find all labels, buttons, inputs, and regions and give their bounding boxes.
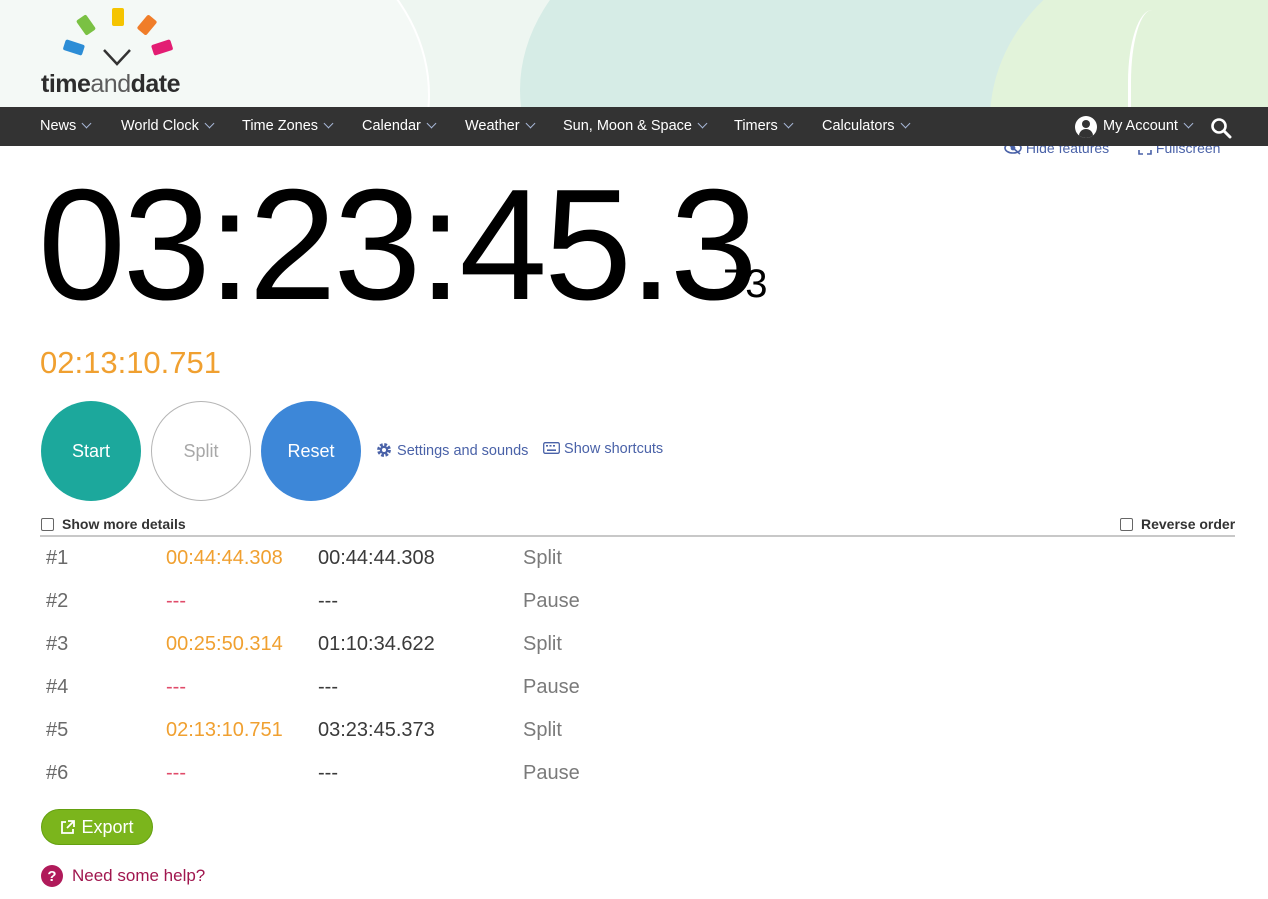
- chevron-down-icon: [525, 118, 535, 129]
- lap-type: Pause: [523, 590, 580, 612]
- show-more-details-checkbox[interactable]: [41, 517, 54, 531]
- lap-split-time: ---: [166, 762, 186, 784]
- nav-item-label: Calculators: [822, 118, 895, 134]
- lap-number: #2: [46, 590, 69, 612]
- logo-part: time: [41, 70, 91, 98]
- chevron-down-icon: [204, 118, 215, 129]
- lap-total-time: ---: [318, 590, 338, 612]
- logo-wordmark[interactable]: timeanddate: [41, 70, 181, 99]
- lap-type: Split: [523, 547, 562, 569]
- table-row: #4 --- --- Pause: [40, 666, 1235, 709]
- table-row: #2 --- --- Pause: [40, 580, 1235, 623]
- reverse-order-option[interactable]: Reverse order: [1120, 516, 1235, 532]
- logo-part: and: [90, 70, 131, 98]
- split-button[interactable]: Split: [151, 401, 251, 501]
- question-icon: ?: [41, 865, 63, 887]
- chevron-down-icon: [783, 118, 794, 129]
- account-label: My Account: [1103, 118, 1178, 134]
- lap-type: Pause: [523, 676, 580, 698]
- stopwatch-time: 03:23:45.3: [38, 157, 758, 333]
- nav-item-time-zones[interactable]: Time Zones: [242, 107, 334, 146]
- lap-split-time: ---: [166, 676, 186, 698]
- chevron-down-icon: [81, 118, 92, 129]
- lap-total-time: ---: [318, 762, 338, 784]
- nav-item-calendar[interactable]: Calendar: [362, 107, 437, 146]
- reverse-order-checkbox[interactable]: [1120, 517, 1133, 531]
- lap-number: #5: [46, 719, 69, 741]
- table-row: #6 --- --- Pause: [40, 752, 1235, 795]
- help-link[interactable]: ? Need some help?: [41, 865, 205, 887]
- chevron-down-icon: [323, 118, 334, 129]
- avatar-head: [1082, 120, 1090, 128]
- search-icon[interactable]: [1210, 117, 1232, 139]
- chevron-down-icon: [900, 118, 910, 129]
- lap-type: Split: [523, 633, 562, 655]
- help-label: Need some help?: [72, 866, 206, 885]
- lap-total-time: 00:44:44.308: [318, 547, 435, 569]
- lap-total-time: 03:23:45.373: [318, 719, 435, 741]
- lap-number: #6: [46, 762, 69, 784]
- table-row: #5 02:13:10.751 03:23:45.373 Split: [40, 709, 1235, 752]
- lap-number: #1: [46, 547, 69, 569]
- table-row: #1 00:44:44.308 00:44:44.308 Split: [40, 537, 1235, 580]
- settings-label: Settings and sounds: [397, 443, 529, 459]
- nav-item-calculators[interactable]: Calculators: [822, 107, 910, 146]
- lap-type: Split: [523, 719, 562, 741]
- external-link-icon: [61, 819, 76, 834]
- nav-item-weather[interactable]: Weather: [465, 107, 535, 146]
- logo-part: date: [130, 70, 181, 98]
- navbar-content: News World Clock Time Zones Calendar Wea…: [0, 107, 1268, 146]
- nav-item-label: Weather: [465, 118, 520, 134]
- show-more-details-option[interactable]: Show more details: [41, 516, 186, 532]
- start-button[interactable]: Start: [41, 401, 141, 501]
- chevron-down-icon: [697, 118, 708, 129]
- export-button[interactable]: Export: [41, 809, 153, 845]
- keyboard-icon: [543, 442, 560, 454]
- user-circle-icon[interactable]: [1075, 116, 1097, 138]
- lap-total-time: ---: [318, 676, 338, 698]
- nav-item-label: Time Zones: [242, 118, 319, 134]
- nav-item-sun-moon-space[interactable]: Sun, Moon & Space: [563, 107, 708, 146]
- export-label: Export: [81, 816, 134, 837]
- lap-split-time: 00:44:44.308: [166, 547, 283, 569]
- reverse-order-label: Reverse order: [1141, 516, 1236, 532]
- nav-item-timers[interactable]: Timers: [734, 107, 794, 146]
- shortcuts-link[interactable]: Show shortcuts: [543, 441, 663, 457]
- nav-item-label: Calendar: [362, 118, 421, 134]
- nav-item-label: Sun, Moon & Space: [563, 118, 692, 134]
- chevron-down-icon: [1183, 118, 1194, 129]
- avatar-body: [1079, 129, 1093, 138]
- chevron-down-icon: [426, 118, 437, 129]
- table-row: #3 00:25:50.314 01:10:34.622 Split: [40, 623, 1235, 666]
- nav-item-label: Timers: [734, 118, 778, 134]
- nav-item-world-clock[interactable]: World Clock: [121, 107, 215, 146]
- stopwatch-milliseconds: 73: [723, 262, 768, 306]
- settings-link[interactable]: Settings and sounds: [375, 441, 528, 459]
- lap-split-time: ---: [166, 590, 186, 612]
- current-lap-time: 02:13:10.751: [40, 345, 222, 380]
- lap-split-time: 02:13:10.751: [166, 719, 283, 741]
- lap-type: Pause: [523, 762, 580, 784]
- lap-number: #3: [46, 633, 69, 655]
- nav-item-label: World Clock: [121, 118, 199, 134]
- nav-item-news[interactable]: News: [40, 107, 92, 146]
- gear-icon: [377, 443, 391, 457]
- show-more-details-label: Show more details: [62, 516, 186, 532]
- account-menu[interactable]: My Account: [1103, 107, 1194, 146]
- lap-split-time: 00:25:50.314: [166, 633, 283, 655]
- nav-item-label: News: [40, 118, 77, 134]
- reset-button[interactable]: Reset: [261, 401, 361, 501]
- lap-number: #4: [46, 676, 69, 698]
- lap-total-time: 01:10:34.622: [318, 633, 435, 655]
- shortcuts-label: Show shortcuts: [564, 441, 664, 457]
